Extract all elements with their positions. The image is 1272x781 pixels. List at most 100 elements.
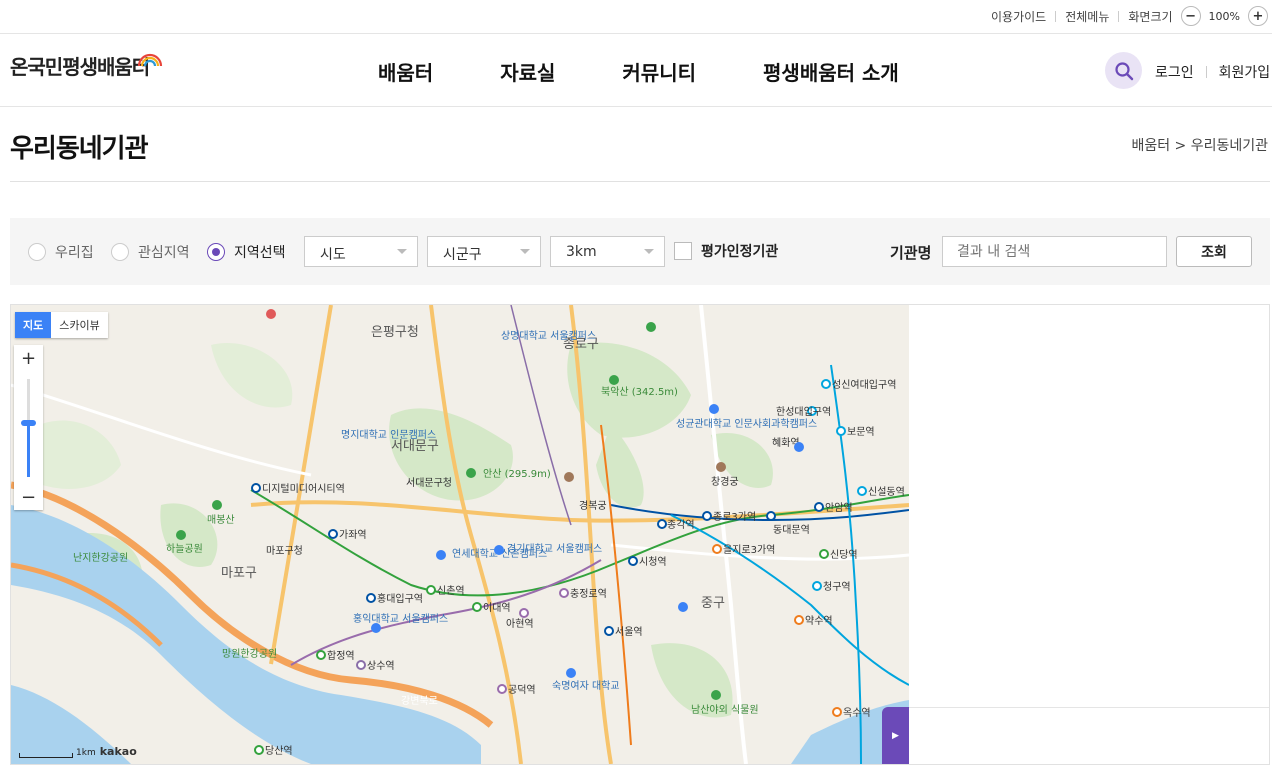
map-label-bomun: 보문역 [847, 426, 875, 438]
scale-line [19, 753, 73, 758]
map-zoom-out-button[interactable]: − [14, 484, 43, 510]
map-type-map[interactable]: 지도 [15, 312, 52, 338]
sido-select[interactable]: 시도 [304, 236, 418, 267]
map-view[interactable]: 은평구청 종로구 서대문구 서대문구청 마포구청 마포구 중구 홍대입구역 신촌… [11, 305, 909, 764]
map-label-seodaemun-gu: 서대문구 [391, 439, 439, 454]
login-link[interactable]: 로그인 [1155, 62, 1194, 82]
page-title: 우리동네기관 [10, 134, 149, 164]
map-label-euljiro3: 을지로3가역 [723, 544, 775, 556]
nav-community[interactable]: 커뮤니티 [622, 57, 696, 86]
map-label-kyonggi: 경기대학교 서울캠퍼스 [507, 542, 602, 555]
map-label-sinseoldong: 신설동역 [868, 486, 905, 498]
map-label-maebong: 매봉산 [207, 514, 235, 526]
divider [1205, 66, 1207, 78]
map-provider-logo: kakao [99, 745, 137, 758]
map-label-sangmyung: 상명대학교 서울캠퍼스 [501, 330, 596, 342]
map-label-haneul: 하늘공원 [166, 542, 203, 555]
map-type-toggle: 지도 스카이뷰 [15, 312, 108, 338]
map-label-hapjeong: 합정역 [327, 650, 355, 662]
map-label-sungshin: 성신여대입구역 [832, 378, 896, 391]
map-label-sungkyunkwan: 성균관대학교 인문사회과학캠퍼스 [676, 418, 817, 430]
result-panel-divider [909, 707, 1269, 708]
map-label-seodaemun-office: 서대문구청 [406, 477, 452, 489]
map-label-oksu: 옥수역 [843, 707, 871, 719]
nav-archive[interactable]: 자료실 [500, 57, 555, 86]
site-logo[interactable]: 온국민평생배움터 [10, 51, 150, 80]
divider [1055, 10, 1057, 22]
signup-link[interactable]: 회원가입 [1219, 62, 1271, 82]
filter-bar: 우리집 관심지역 지역선택 시도 시군구 3km 평가인정기관 기관명 조회 [10, 218, 1270, 285]
sigungu-select[interactable]: 시군구 [427, 236, 541, 267]
zoom-out-button[interactable]: − [1180, 6, 1201, 26]
map-zoom-control: + − [14, 345, 43, 510]
map-label-hongik: 홍익대학교 서울캠퍼스 [353, 612, 448, 625]
radio-region-label: 지역선택 [234, 245, 286, 261]
breadcrumb: 배움터 > 우리동네기관 [1131, 138, 1268, 154]
map-zoom-fill [27, 423, 30, 477]
map-label-sangsu: 상수역 [367, 660, 395, 672]
screen-zoom-value: 100% [1208, 9, 1240, 23]
map-label-mangwon: 망원한강공원 [222, 648, 277, 660]
accredited-label: 평가인정기관 [701, 244, 779, 260]
map-label-nanji: 난지한강공원 [73, 552, 128, 564]
nav-about[interactable]: 평생배움터 소개 [763, 57, 899, 86]
all-menu-link[interactable]: 전체메뉴 [1065, 8, 1109, 25]
search-submit-button[interactable]: 조회 [1176, 236, 1252, 267]
map-label-namsan: 남산야외 식물원 [691, 704, 759, 716]
search-icon [1114, 61, 1133, 80]
result-panel-toggle[interactable]: ▶ [882, 707, 909, 764]
radio-region-select[interactable]: 지역선택 [207, 242, 286, 262]
map-label-sookmyung: 숙명여자 대학교 [552, 680, 620, 692]
main-nav: 배움터 자료실 커뮤니티 평생배움터 소개 [378, 57, 966, 86]
map-label-chungjeongno: 충정로역 [570, 588, 607, 600]
radio-home[interactable]: 우리집 [28, 242, 94, 262]
rainbow-logo-icon [137, 53, 163, 67]
nav-learning[interactable]: 배움터 [378, 57, 433, 86]
map-label-jongno3: 종로3가역 [713, 511, 756, 523]
map-label-digital: 디지털미디어시티역 [262, 483, 345, 495]
distance-select[interactable]: 3km [550, 236, 665, 267]
radio-circle [28, 243, 46, 261]
map-label-eunpyeong: 은평구청 [371, 325, 419, 340]
divider [1118, 10, 1120, 22]
map-scale-bar: 1km kakao [19, 745, 137, 758]
map-label-dangsan: 당산역 [265, 745, 293, 757]
radio-interest-area[interactable]: 관심지역 [111, 242, 190, 262]
map-label-seoul-station: 서울역 [615, 626, 643, 638]
map-label-sinchon: 신촌역 [437, 585, 465, 597]
map-label-hongdae: 홍대입구역 [377, 592, 423, 605]
radio-interest-label: 관심지역 [138, 245, 190, 261]
map-label-mapo-gu: 마포구 [221, 566, 257, 581]
accredited-checkbox[interactable]: 평가인정기관 [674, 241, 778, 261]
guide-link[interactable]: 이용가이드 [991, 8, 1046, 25]
map-label-mapo-office: 마포구청 [266, 545, 303, 557]
radio-circle-selected [207, 243, 225, 261]
radio-circle [111, 243, 129, 261]
map-label-gangbyeon: 강변북로 [401, 695, 438, 707]
zoom-in-button[interactable]: + [1248, 6, 1268, 26]
title-divider [10, 181, 1270, 182]
arrow-right-icon: ▶ [892, 730, 899, 741]
map-label-changgyeonggung: 창경궁 [711, 475, 739, 488]
map-canvas[interactable]: 은평구청 종로구 서대문구 서대문구청 마포구청 마포구 중구 홍대입구역 신촌… [11, 305, 909, 764]
utility-bar: 이용가이드 전체메뉴 화면크기 − 100% + [0, 0, 1272, 34]
map-label-dongdaemun: 동대문역 [773, 524, 810, 536]
map-label-anam: 안암역 [825, 502, 853, 514]
map-label-ansan: 안산 (295.9m) [483, 468, 551, 480]
map-label-myongji: 명지대학교 인문캠퍼스 [341, 429, 436, 441]
map-label-cheonggu: 청구역 [823, 581, 851, 593]
map-zoom-in-button[interactable]: + [14, 345, 43, 371]
institution-search-input[interactable] [942, 236, 1167, 267]
map-container: 은평구청 종로구 서대문구 서대문구청 마포구청 마포구 중구 홍대입구역 신촌… [10, 304, 1270, 765]
map-zoom-handle[interactable] [21, 420, 36, 427]
map-label-yaksu: 약수역 [805, 615, 833, 627]
map-label-bukaksan: 북악산 (342.5m) [601, 386, 678, 398]
map-type-skyview[interactable]: 스카이뷰 [51, 312, 108, 338]
screen-size-label: 화면크기 [1128, 9, 1173, 24]
search-button[interactable] [1105, 52, 1142, 89]
map-label-cityhall: 시청역 [639, 556, 667, 568]
institution-name-label: 기관명 [890, 244, 932, 262]
site-header: 온국민평생배움터 배움터 자료실 커뮤니티 평생배움터 소개 로그인 회원가입 [0, 35, 1272, 107]
map-label-jung-gu: 중구 [701, 596, 725, 611]
map-label-gongdeok: 공덕역 [508, 684, 536, 696]
